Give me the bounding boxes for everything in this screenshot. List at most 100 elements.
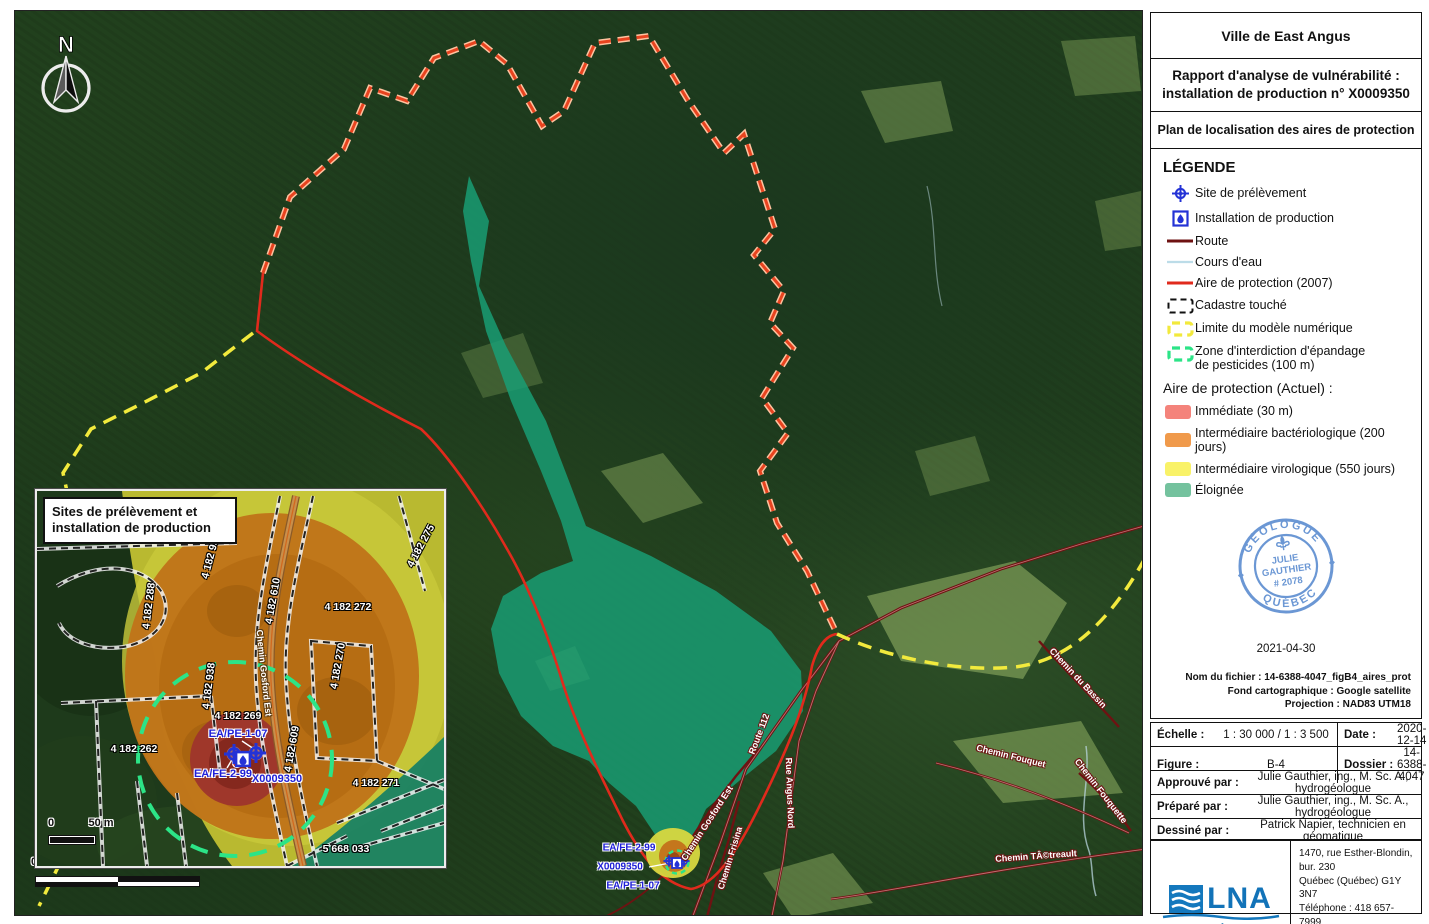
report-subtitle-box: Rapport d'analyse de vulnérabilité : ins… (1150, 58, 1422, 113)
company-name: LNA (1207, 885, 1272, 912)
fleur-de-lis-icon (1276, 536, 1290, 551)
echelle-value: 1 : 30 000 / 1 : 3 500 (1215, 729, 1337, 741)
legend-heading: LÉGENDE (1163, 159, 1411, 176)
city-title: Ville de East Angus (1221, 28, 1350, 44)
company-logo: LNA HYDROGÉOLOGIE ENVIRONNEMENT (1151, 841, 1291, 924)
legend-item-eloignee: Éloignée (1165, 483, 1411, 497)
stream-line-icon (1165, 258, 1195, 266)
dessine-label: Dessiné par : (1151, 825, 1245, 837)
table-row: Préparé par : Julie Gauthier, ing., M. S… (1151, 795, 1421, 819)
legend-item-zone-pesticides: Zone d'interdiction d'épandagede pestici… (1165, 344, 1411, 373)
stream (927, 186, 942, 306)
legend-box: LÉGENDE Site de prélèvement Installation… (1150, 148, 1422, 719)
north-letter: N (58, 32, 74, 57)
info-table: Échelle : 1 : 30 000 / 1 : 3 500 Date : … (1150, 722, 1422, 840)
lot-label: 4 182 262 (111, 743, 158, 755)
file-name: Nom du fichier : 14-6388-4047_figB4_aire… (1161, 671, 1411, 685)
basemap-credit: Fond cartographique : Google satellite (1161, 685, 1411, 699)
legend-label: Installation de production (1195, 211, 1334, 225)
production-installation-marker (672, 858, 682, 868)
legend-label: Cours d'eau (1195, 255, 1262, 269)
scalebar-tick: 0 (48, 817, 54, 829)
plan-title-box: Plan de localisation des aires de protec… (1150, 111, 1422, 149)
subtitle-line1: Rapport d'analyse de vulnérabilité : (1172, 67, 1400, 85)
map-report-page: N Chemin Gosford Est Chemin Frisina Rue … (0, 0, 1429, 924)
sampling-site-icon (1165, 184, 1195, 203)
site-label-x: X0009350 (597, 862, 643, 873)
lna-waves-icon (1169, 885, 1203, 913)
echelle-label: Échelle : (1151, 729, 1215, 741)
table-row: Figure : B-4 Dossier : 14-6388-4047 (1151, 747, 1421, 771)
site-label-x: X0009350 (252, 773, 302, 785)
scalebar-bar (35, 876, 200, 887)
legend-label: Cadastre touché (1195, 298, 1287, 312)
table-row: Approuvé par : Julie Gauthier, ing., M. … (1151, 771, 1421, 795)
legend-item-cours-eau: Cours d'eau (1165, 255, 1411, 269)
approuve-label: Approuvé par : (1151, 777, 1245, 789)
prepare-value: Julie Gauthier, ing., M. Sc. A., hydrogé… (1245, 795, 1421, 819)
subtitle-line2: installation de production n° X0009350 (1162, 85, 1410, 103)
dossier-label: Dossier : (1338, 759, 1393, 771)
pesticide-zone-dashed-icon (1165, 346, 1195, 362)
lot-label: 4 182 272 (325, 601, 372, 613)
inset-map: 4 182 937 4 182 288 4 182 610 4 182 272 … (37, 491, 444, 866)
legend-label: Limite du modèle numérique (1195, 321, 1353, 335)
main-map: N Chemin Gosford Est Chemin Frisina Rue … (14, 10, 1143, 916)
legend-item-aire-2007: Aire de protection (2007) (1165, 276, 1411, 290)
site-label-pe: EA/PE-1-07 (606, 881, 659, 892)
route-line-icon (1165, 237, 1195, 245)
legend-item-cadastre: Cadastre touché (1165, 298, 1411, 314)
address-line: Québec (Québec) G1Y 3N7 (1299, 875, 1413, 903)
lot-label: 4 182 269 (215, 710, 262, 722)
legend-item-limite-modele: Limite du modèle numérique (1165, 321, 1411, 337)
site-label-fe: EA/FE-2-99 (194, 768, 252, 780)
stamp-star (1329, 559, 1336, 566)
report-title-box: Ville de East Angus (1150, 12, 1422, 59)
table-row: Échelle : 1 : 30 000 / 1 : 3 500 Date : … (1151, 723, 1421, 747)
figure-value: B-4 (1215, 759, 1337, 771)
inset-graphics (37, 491, 444, 866)
address-line: 1470, rue Esther-Blondin, bur. 230 (1299, 847, 1413, 875)
immediate-swatch (1165, 405, 1191, 419)
virologique-swatch (1165, 462, 1191, 476)
projection: Projection : NAD83 UTM18 (1161, 698, 1411, 712)
figure-label: Figure : (1151, 759, 1215, 771)
file-info: Nom du fichier : 14-6388-4047_figB4_aire… (1161, 671, 1411, 712)
inset-scalebar: 0 50 m (43, 815, 163, 851)
legend-label: Éloignée (1195, 483, 1244, 497)
legend-label: Immédiate (30 m) (1195, 404, 1293, 418)
production-installation-marker (236, 752, 250, 766)
legend-item-site: Site de prélèvement (1165, 184, 1411, 203)
plan-title: Plan de localisation des aires de protec… (1157, 123, 1414, 137)
site-label-fe: EA/FE-2-99 (603, 843, 656, 854)
legend-item-installation: Installation de production (1165, 210, 1411, 227)
legend-item-bacteriologique: Intermédiaire bactériologique (200 jours… (1165, 426, 1411, 455)
approuve-value: Julie Gauthier, ing., M. Sc. A., hydrogé… (1245, 771, 1421, 795)
protection-2007-line-icon (1165, 279, 1195, 287)
geologist-stamp: GÉOLOGUE QUÉBEC JULIE GAUTHIER # 2078 20… (1161, 504, 1411, 655)
eloignee-swatch (1165, 483, 1191, 497)
legend-label: Route (1195, 234, 1228, 248)
inset-title-line1: Sites de prélèvement et (52, 504, 228, 520)
table-row: Dessiné par : Patrick Napier, technicien… (1151, 819, 1421, 842)
bacteriologique-swatch (1165, 433, 1191, 447)
north-arrow: N (31, 26, 101, 121)
scalebar-tick: 50 m (88, 817, 113, 829)
legend-label: Aire de protection (2007) (1195, 276, 1333, 290)
address-line: Téléphone : 418 657-7999 (1299, 902, 1413, 924)
lot-label: 5 668 033 (323, 843, 370, 855)
company-box: LNA HYDROGÉOLOGIE ENVIRONNEMENT 1470, ru… (1150, 840, 1422, 914)
stamp-date: 2021-04-30 (1161, 643, 1411, 655)
model-limit-dashed-icon (1165, 321, 1195, 337)
stamp-star (1237, 572, 1244, 579)
cadastre-dashed-icon (1165, 298, 1195, 314)
company-address: 1470, rue Esther-Blondin, bur. 230 Québe… (1291, 841, 1421, 924)
date-value: 2020-12-14 (1397, 723, 1426, 747)
legend-item-route: Route (1165, 234, 1411, 248)
legend-label: Zone d'interdiction d'épandagede pestici… (1195, 344, 1365, 373)
inset-title: Sites de prélèvement et installation de … (43, 497, 237, 544)
inset-title-line2: installation de production (52, 520, 228, 536)
legend-item-immediate: Immédiate (30 m) (1165, 404, 1411, 418)
aire-actuel-heading: Aire de protection (Actuel) : (1163, 380, 1411, 396)
legend-label: Intermédiaire virologique (550 jours) (1195, 462, 1395, 476)
